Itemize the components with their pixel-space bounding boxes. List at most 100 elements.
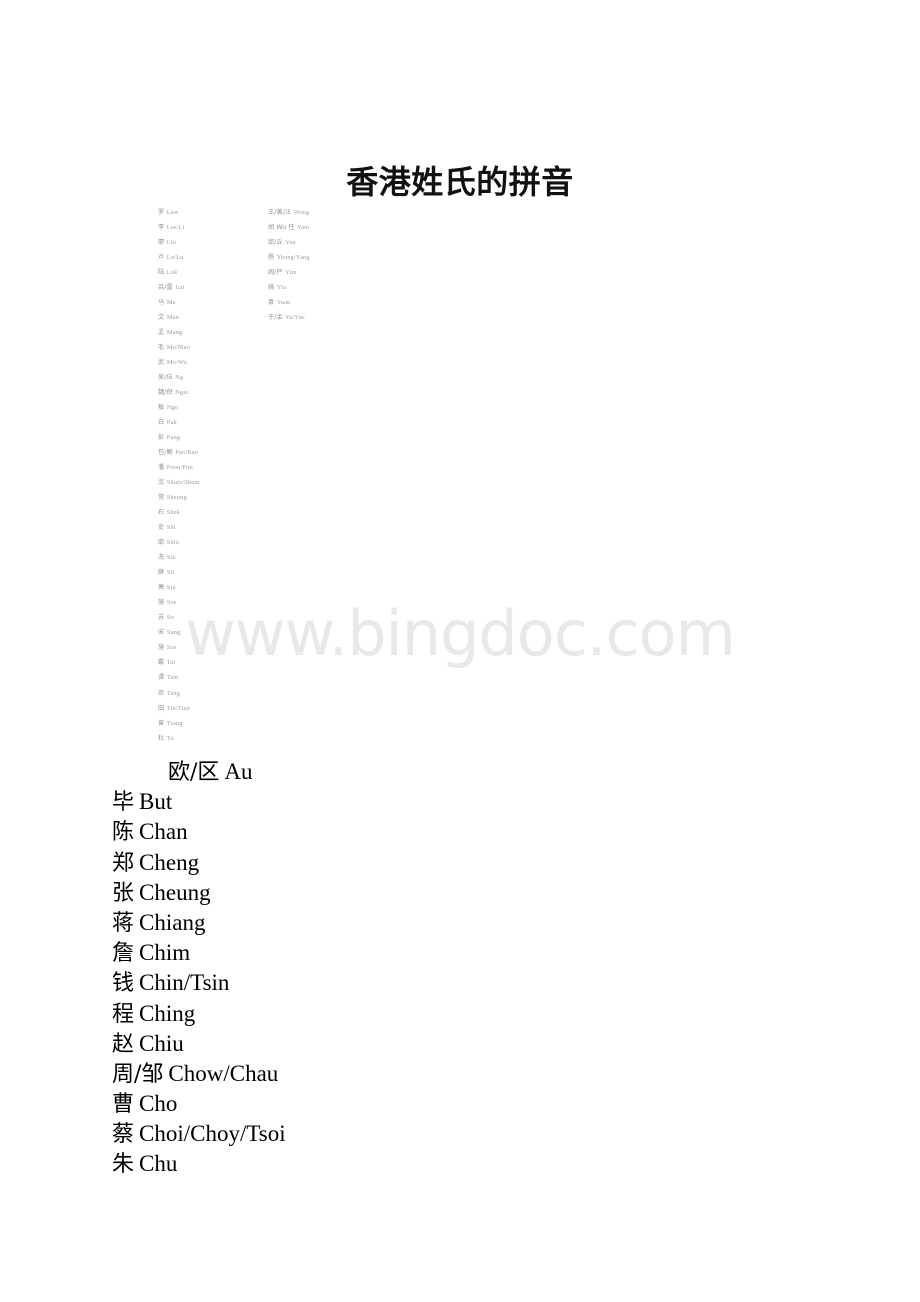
embedded-table-row: 毛 Mo/Mao bbox=[158, 340, 200, 355]
embedded-table-row: 潘 Poon/Pun bbox=[158, 460, 200, 475]
embedded-table-row: 文 Man bbox=[158, 310, 200, 325]
embedded-romanization: Ng bbox=[175, 374, 184, 382]
embedded-romanization: Lo/Lu bbox=[166, 254, 184, 262]
embedded-han-character: 阎/严 bbox=[268, 269, 283, 277]
embedded-romanization: Sit bbox=[166, 569, 175, 577]
han-character: 陈 bbox=[112, 820, 135, 846]
romanization: Chin/Tsin bbox=[139, 970, 230, 996]
han-character: 周/邹 bbox=[112, 1061, 164, 1087]
embedded-romanization: Yiu bbox=[276, 284, 287, 292]
embedded-table-row: 姚 Yiu bbox=[268, 280, 310, 295]
romanization: Ching bbox=[139, 1000, 196, 1026]
embedded-romanization: Lui bbox=[175, 284, 185, 292]
surname-list-item: 张 Cheung bbox=[0, 878, 920, 908]
romanization: But bbox=[139, 789, 173, 815]
embedded-table-row: 彭 Pang bbox=[158, 430, 200, 445]
surname-list-item: 曹 Cho bbox=[0, 1089, 920, 1119]
surname-list-item: 蔡 Choi/Choy/Tsoi bbox=[0, 1119, 920, 1149]
embedded-surname-table-image: 罗 Law 李 Lee/Li 廖 Liu 卢 Lo/Lu 陆 Luk 吕/雷 Lui 马 Ma 文 Man 孟 M… bbox=[150, 205, 710, 750]
embedded-romanization: Mo/Wu bbox=[166, 359, 188, 367]
embedded-table-row: 吴/伍 Ng bbox=[158, 370, 200, 385]
embedded-han-character: 王/黄/汪 bbox=[268, 209, 292, 216]
embedded-table-row: 敖 Ngo bbox=[158, 400, 200, 415]
embedded-table-row: 薛 Sit bbox=[158, 565, 200, 580]
embedded-table-row: 曾 Tsang bbox=[158, 716, 200, 731]
embedded-table-row: 包/鲍 Pao/Bao bbox=[158, 445, 200, 460]
embedded-table-row: 吕/雷 Lui bbox=[158, 280, 200, 295]
embedded-table-row: 孟 Mang bbox=[158, 325, 200, 340]
romanization: Chu bbox=[139, 1151, 178, 1177]
han-character: 张 bbox=[112, 880, 135, 906]
embedded-table-row: 谭 Tam bbox=[158, 670, 200, 685]
embedded-table-inner: 罗 Law 李 Lee/Li 廖 Liu 卢 Lo/Lu 陆 Luk 吕/雷 Lui 马 Ma 文 Man 孟 M… bbox=[150, 205, 710, 750]
embedded-romanization: Tang bbox=[166, 689, 181, 697]
embedded-romanization: Liu bbox=[166, 239, 177, 247]
embedded-han-character: 魏/倪 bbox=[158, 389, 173, 397]
embedded-romanization: Mo/Mao bbox=[166, 344, 191, 352]
embedded-table-row: 杜 To bbox=[158, 731, 200, 746]
embedded-table-row: 廖 Liu bbox=[158, 235, 200, 250]
embedded-han-character: 吕/雷 bbox=[158, 284, 173, 292]
embedded-table-row: 史 Shi bbox=[158, 520, 200, 535]
embedded-romanization: Tin/Tian bbox=[166, 704, 190, 712]
surname-list-item: 毕 But bbox=[0, 787, 920, 817]
embedded-romanization: Lee/Li bbox=[166, 224, 185, 232]
romanization: Chiang bbox=[139, 909, 206, 935]
han-character: 欧/区 bbox=[168, 760, 220, 785]
embedded-table-row: 邱/丘 Yau bbox=[268, 235, 310, 250]
surname-list-item: 郑 Cheng bbox=[0, 848, 920, 878]
embedded-romanization: Yam bbox=[297, 224, 310, 232]
embedded-romanization: Tam bbox=[166, 674, 179, 682]
han-character: 朱 bbox=[112, 1152, 135, 1178]
embedded-romanization: So bbox=[166, 614, 174, 622]
embedded-table-row: 罗 Law bbox=[158, 205, 200, 220]
embedded-table-row: 苏 So bbox=[158, 610, 200, 625]
han-character: 詹 bbox=[112, 941, 135, 967]
surname-list-item: 赵 Chiu bbox=[0, 1029, 920, 1059]
embedded-table-row: 施 Sze bbox=[158, 640, 200, 655]
embedded-romanization: Mang bbox=[166, 329, 183, 337]
embedded-romanization: Tsang bbox=[166, 719, 183, 727]
embedded-romanization: Yim bbox=[285, 269, 297, 277]
surname-list-item: 詹 Chim bbox=[0, 938, 920, 968]
han-character: 钱 bbox=[112, 971, 135, 997]
embedded-romanization: Man bbox=[166, 314, 179, 322]
embedded-table-row: 冼 Sin bbox=[158, 550, 200, 565]
embedded-table-row: 马 Ma bbox=[158, 295, 200, 310]
embedded-romanization: Siu bbox=[166, 584, 176, 592]
embedded-romanization: To bbox=[166, 734, 174, 742]
embedded-table-row: 武 Mo/Wu bbox=[158, 355, 200, 370]
embedded-romanization: Tai bbox=[166, 659, 176, 667]
embedded-table-row: 胡 Wu 任 Yam bbox=[268, 220, 310, 235]
han-character: 蒋 bbox=[112, 910, 135, 936]
surname-list-item: 欧/区 Au bbox=[0, 757, 920, 787]
surname-romanization-list: 欧/区 Au 毕 But 陈 Chan 郑 Cheng 张 Cheung 蒋 Chiang 詹 Chim 钱… bbox=[0, 757, 920, 1180]
surname-list-item: 陈 Chan bbox=[0, 817, 920, 847]
embedded-romanization: Pak bbox=[166, 419, 177, 427]
romanization: Cho bbox=[139, 1091, 178, 1117]
embedded-han-character: 吴/伍 bbox=[158, 374, 173, 382]
embedded-romanization: Ngai bbox=[175, 389, 189, 397]
embedded-table-right-column: 王/黄/汪 Wong 胡 Wu 任 Yam 邱/丘 Yau 杨 Yeung/Yang 阎/严 Yi… bbox=[268, 205, 310, 325]
embedded-romanization: Shiu bbox=[166, 539, 180, 547]
embedded-table-row: 阎/严 Yim bbox=[268, 265, 310, 280]
embedded-table-left-column: 罗 Law 李 Lee/Li 廖 Liu 卢 Lo/Lu 陆 Luk 吕/雷 Lui 马 Ma 文 Man 孟 M… bbox=[158, 205, 200, 746]
embedded-romanization: Poon/Pun bbox=[166, 464, 193, 472]
embedded-table-row: 常 Sheung bbox=[158, 490, 200, 505]
embedded-table-row: 石 Shek bbox=[158, 505, 200, 520]
embedded-romanization: Ma bbox=[166, 299, 176, 307]
embedded-romanization: Sze bbox=[166, 644, 177, 652]
han-character: 赵 bbox=[112, 1031, 135, 1057]
embedded-romanization: Shum/Shum bbox=[166, 479, 200, 487]
embedded-table-row: 邓 Tang bbox=[158, 686, 200, 701]
embedded-table-row: 萧 Siu bbox=[158, 580, 200, 595]
romanization: Chan bbox=[139, 819, 188, 845]
romanization: Chow/Chau bbox=[168, 1060, 279, 1086]
embedded-table-row: 田 Tin/Tian bbox=[158, 701, 200, 716]
embedded-romanization: Luk bbox=[166, 269, 178, 277]
romanization: Choi/Choy/Tsoi bbox=[139, 1121, 286, 1147]
embedded-romanization: Shi bbox=[166, 524, 176, 532]
embedded-romanization: Yuan bbox=[276, 299, 291, 307]
document-page: 香港姓氏的拼音 罗 Law 李 Lee/Li 廖 Liu 卢 Lo/Lu 陆 Luk 吕/雷 Lui 马… bbox=[0, 0, 920, 1302]
embedded-table-row: 施 Sze bbox=[158, 595, 200, 610]
